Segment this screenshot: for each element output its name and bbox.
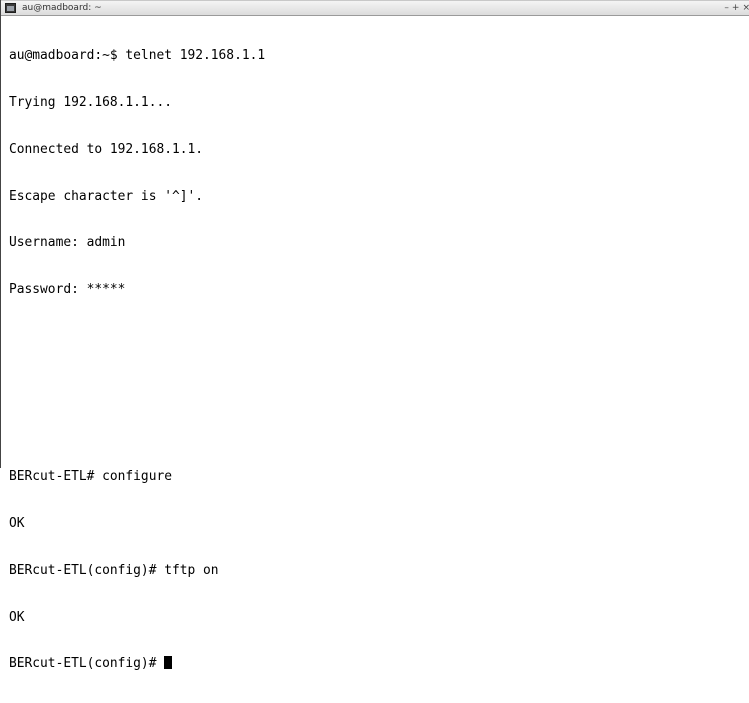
terminal-line: Escape character is '^]'. bbox=[9, 188, 204, 204]
terminal-prompt-line[interactable]: BERcut-ETL(config)# bbox=[9, 656, 749, 672]
terminal-line: Connected to 192.168.1.1. bbox=[9, 141, 204, 157]
maximize-button[interactable]: + bbox=[732, 3, 740, 13]
terminal-line: OK bbox=[9, 516, 25, 531]
shell-prompt: BERcut-ETL(config)# bbox=[9, 656, 165, 672]
terminal-line: Password: ***** bbox=[9, 282, 126, 298]
terminal-line: au@madboard:~$ telnet 192.168.1.1 bbox=[9, 48, 266, 64]
title-bar[interactable]: au@madboard: ~ – + × bbox=[1, 0, 749, 16]
terminal-line: OK bbox=[9, 609, 25, 625]
minimize-button[interactable]: – bbox=[724, 3, 729, 13]
text-cursor bbox=[164, 656, 173, 670]
terminal-line: Trying 192.168.1.1... bbox=[9, 94, 172, 110]
terminal-output[interactable]: au@madboard:~$ telnet 192.168.1.1 Trying… bbox=[9, 17, 749, 671]
terminal-line: Username: admin bbox=[9, 235, 126, 251]
window-title: au@madboard: ~ bbox=[22, 3, 102, 13]
close-button[interactable]: × bbox=[742, 3, 749, 13]
terminal-window: au@madboard: ~ – + × au@madboard:~$ telnet… bbox=[0, 0, 749, 671]
terminal-line: BERcut-ETL(config)# tftp on bbox=[9, 562, 219, 578]
window-controls: – + × bbox=[721, 2, 749, 15]
terminal-line: BERcut-ETL# configure bbox=[9, 469, 172, 485]
terminal-app-icon[interactable] bbox=[5, 3, 16, 13]
